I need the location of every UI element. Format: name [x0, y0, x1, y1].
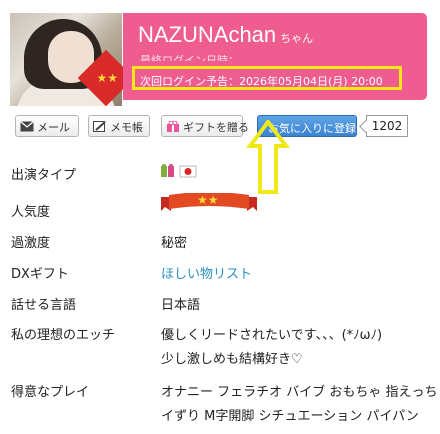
couple-icon — [161, 164, 174, 177]
intensity-label: 過激度 — [11, 236, 51, 251]
popularity-stars: ★★ — [197, 193, 219, 207]
popularity-ribbon: ★★ — [161, 192, 257, 217]
envelope-icon — [20, 121, 34, 132]
languages-label: 話せる言語 — [11, 298, 77, 313]
favorite-play-label: 得意なプレイ — [11, 385, 90, 400]
intensity-value: 秘密 — [161, 236, 188, 251]
performance-type-label: 出演タイプ — [11, 168, 77, 183]
languages-value: 日本語 — [161, 298, 201, 313]
memo-button[interactable]: メモ帳 — [88, 115, 150, 137]
favorite-count: 1202 — [366, 115, 408, 137]
performance-type-icons — [161, 163, 201, 182]
last-login-text: 最終ログイン日時： — [140, 54, 239, 61]
mail-button[interactable]: メール — [15, 115, 79, 137]
japan-flag-icon — [179, 165, 197, 178]
gift-button[interactable]: ギフトを贈る — [161, 115, 249, 137]
profile-header: ★★ NAZUNAchan ちゃん 最終ログイン日時： 次回ログイン予告：2026… — [0, 0, 440, 107]
next-login-notice: 次回ログイン予告：2026年05月04日(月) 20:00 — [132, 66, 402, 90]
popularity-label: 人気度 — [11, 205, 51, 220]
ideal-line-2: 少し激しめも結構好き♡ — [161, 352, 303, 367]
ideal-line-1: 優しくリードされたいです、、、(*ﾉωﾉ) — [161, 328, 383, 343]
gift-icon — [167, 121, 179, 132]
performer-name: NAZUNAchan ちゃん — [138, 22, 314, 47]
pencil-note-icon — [93, 121, 106, 132]
play-line-2: イずり M字開脚 シチュエーション パイパン — [161, 409, 419, 424]
wishlist-link[interactable]: ほしい物リスト — [161, 263, 252, 282]
dx-gift-label: DXギフト — [11, 267, 69, 282]
annotation-arrow-icon — [246, 120, 290, 194]
ideal-label: 私の理想のエッチ — [11, 328, 116, 343]
play-line-1: オナニー フェラチオ バイブ おもちゃ 指えっち パ — [161, 385, 440, 400]
